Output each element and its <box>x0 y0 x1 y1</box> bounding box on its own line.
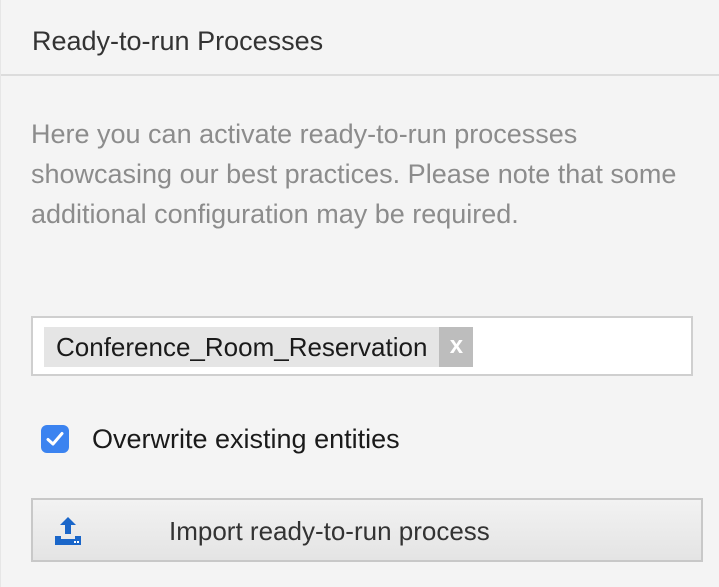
panel-description: Here you can activate ready-to-run proce… <box>31 119 677 229</box>
ready-to-run-panel: Ready-to-run Processes Here you can acti… <box>0 0 719 587</box>
panel-title: Ready-to-run Processes <box>32 26 324 56</box>
overwrite-option: Overwrite existing entities <box>41 420 400 458</box>
remove-tag-button[interactable]: x <box>439 327 474 367</box>
checkmark-icon <box>46 432 64 446</box>
selected-process-tag: Conference_Room_Reservation x <box>44 327 474 367</box>
import-process-button[interactable]: Import ready-to-run process <box>31 498 703 562</box>
overwrite-label[interactable]: Overwrite existing entities <box>92 424 400 455</box>
selected-process-tag-label: Conference_Room_Reservation <box>56 332 428 362</box>
process-select-input[interactable]: Conference_Room_Reservation x <box>31 316 693 376</box>
overwrite-checkbox[interactable] <box>41 425 69 453</box>
import-button-label: Import ready-to-run process <box>169 516 490 546</box>
panel-header: Ready-to-run Processes <box>1 0 719 76</box>
upload-icon <box>55 517 81 545</box>
